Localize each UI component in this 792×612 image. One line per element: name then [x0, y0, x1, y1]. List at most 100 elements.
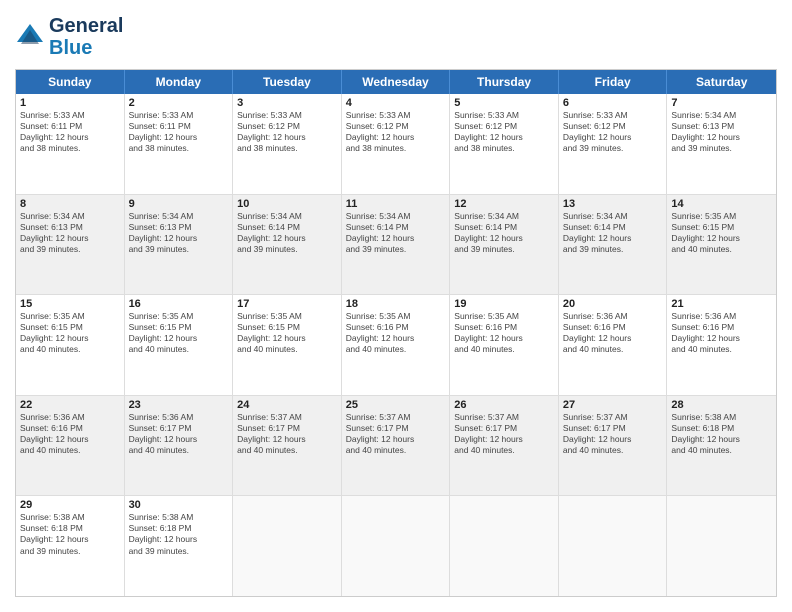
cell-content: Sunrise: 5:35 AMSunset: 6:16 PMDaylight:… [346, 311, 446, 355]
cell-content: Sunrise: 5:37 AMSunset: 6:17 PMDaylight:… [346, 412, 446, 456]
cell-content: Sunrise: 5:35 AMSunset: 6:15 PMDaylight:… [20, 311, 120, 355]
day-number: 5 [454, 97, 554, 109]
empty-cell [233, 496, 342, 596]
empty-cell [342, 496, 451, 596]
day-cell-28: 28Sunrise: 5:38 AMSunset: 6:18 PMDayligh… [667, 396, 776, 496]
empty-cell [450, 496, 559, 596]
day-number: 23 [129, 399, 229, 411]
day-number: 7 [671, 97, 772, 109]
empty-cell [667, 496, 776, 596]
day-cell-15: 15Sunrise: 5:35 AMSunset: 6:15 PMDayligh… [16, 295, 125, 395]
day-cell-27: 27Sunrise: 5:37 AMSunset: 6:17 PMDayligh… [559, 396, 668, 496]
calendar-row-2: 8Sunrise: 5:34 AMSunset: 6:13 PMDaylight… [16, 195, 776, 296]
day-cell-25: 25Sunrise: 5:37 AMSunset: 6:17 PMDayligh… [342, 396, 451, 496]
cell-content: Sunrise: 5:36 AMSunset: 6:17 PMDaylight:… [129, 412, 229, 456]
calendar-row-4: 22Sunrise: 5:36 AMSunset: 6:16 PMDayligh… [16, 396, 776, 497]
day-number: 6 [563, 97, 663, 109]
day-number: 10 [237, 198, 337, 210]
logo-text-blue: Blue [49, 37, 123, 59]
cell-content: Sunrise: 5:36 AMSunset: 6:16 PMDaylight:… [563, 311, 663, 355]
day-cell-12: 12Sunrise: 5:34 AMSunset: 6:14 PMDayligh… [450, 195, 559, 295]
day-cell-1: 1Sunrise: 5:33 AMSunset: 6:11 PMDaylight… [16, 94, 125, 194]
cell-content: Sunrise: 5:37 AMSunset: 6:17 PMDaylight:… [454, 412, 554, 456]
day-number: 24 [237, 399, 337, 411]
logo: General Blue [15, 15, 123, 59]
calendar-body: 1Sunrise: 5:33 AMSunset: 6:11 PMDaylight… [16, 94, 776, 596]
cell-content: Sunrise: 5:36 AMSunset: 6:16 PMDaylight:… [671, 311, 772, 355]
day-cell-24: 24Sunrise: 5:37 AMSunset: 6:17 PMDayligh… [233, 396, 342, 496]
cell-content: Sunrise: 5:34 AMSunset: 6:14 PMDaylight:… [563, 211, 663, 255]
day-number: 14 [671, 198, 772, 210]
day-number: 3 [237, 97, 337, 109]
day-cell-13: 13Sunrise: 5:34 AMSunset: 6:14 PMDayligh… [559, 195, 668, 295]
cell-content: Sunrise: 5:34 AMSunset: 6:14 PMDaylight:… [237, 211, 337, 255]
header-day-wednesday: Wednesday [342, 70, 451, 94]
cell-content: Sunrise: 5:38 AMSunset: 6:18 PMDaylight:… [20, 512, 120, 556]
calendar-header: SundayMondayTuesdayWednesdayThursdayFrid… [16, 70, 776, 94]
header: General Blue [15, 15, 777, 59]
day-number: 20 [563, 298, 663, 310]
day-cell-14: 14Sunrise: 5:35 AMSunset: 6:15 PMDayligh… [667, 195, 776, 295]
cell-content: Sunrise: 5:35 AMSunset: 6:15 PMDaylight:… [237, 311, 337, 355]
day-cell-18: 18Sunrise: 5:35 AMSunset: 6:16 PMDayligh… [342, 295, 451, 395]
cell-content: Sunrise: 5:34 AMSunset: 6:13 PMDaylight:… [129, 211, 229, 255]
day-number: 22 [20, 399, 120, 411]
day-number: 16 [129, 298, 229, 310]
day-cell-9: 9Sunrise: 5:34 AMSunset: 6:13 PMDaylight… [125, 195, 234, 295]
day-cell-11: 11Sunrise: 5:34 AMSunset: 6:14 PMDayligh… [342, 195, 451, 295]
day-cell-5: 5Sunrise: 5:33 AMSunset: 6:12 PMDaylight… [450, 94, 559, 194]
logo-icon [15, 22, 45, 52]
cell-content: Sunrise: 5:33 AMSunset: 6:11 PMDaylight:… [20, 110, 120, 154]
header-day-monday: Monday [125, 70, 234, 94]
day-cell-6: 6Sunrise: 5:33 AMSunset: 6:12 PMDaylight… [559, 94, 668, 194]
day-number: 25 [346, 399, 446, 411]
header-day-saturday: Saturday [667, 70, 776, 94]
day-number: 13 [563, 198, 663, 210]
day-cell-29: 29Sunrise: 5:38 AMSunset: 6:18 PMDayligh… [16, 496, 125, 596]
day-number: 12 [454, 198, 554, 210]
day-cell-21: 21Sunrise: 5:36 AMSunset: 6:16 PMDayligh… [667, 295, 776, 395]
cell-content: Sunrise: 5:35 AMSunset: 6:15 PMDaylight:… [671, 211, 772, 255]
day-cell-20: 20Sunrise: 5:36 AMSunset: 6:16 PMDayligh… [559, 295, 668, 395]
day-number: 30 [129, 499, 229, 511]
cell-content: Sunrise: 5:35 AMSunset: 6:16 PMDaylight:… [454, 311, 554, 355]
cell-content: Sunrise: 5:33 AMSunset: 6:12 PMDaylight:… [454, 110, 554, 154]
day-cell-3: 3Sunrise: 5:33 AMSunset: 6:12 PMDaylight… [233, 94, 342, 194]
day-cell-17: 17Sunrise: 5:35 AMSunset: 6:15 PMDayligh… [233, 295, 342, 395]
day-number: 21 [671, 298, 772, 310]
day-number: 17 [237, 298, 337, 310]
day-number: 11 [346, 198, 446, 210]
day-cell-8: 8Sunrise: 5:34 AMSunset: 6:13 PMDaylight… [16, 195, 125, 295]
day-number: 29 [20, 499, 120, 511]
cell-content: Sunrise: 5:33 AMSunset: 6:12 PMDaylight:… [563, 110, 663, 154]
empty-cell [559, 496, 668, 596]
day-number: 26 [454, 399, 554, 411]
cell-content: Sunrise: 5:34 AMSunset: 6:13 PMDaylight:… [20, 211, 120, 255]
day-number: 1 [20, 97, 120, 109]
day-cell-26: 26Sunrise: 5:37 AMSunset: 6:17 PMDayligh… [450, 396, 559, 496]
day-number: 9 [129, 198, 229, 210]
day-cell-22: 22Sunrise: 5:36 AMSunset: 6:16 PMDayligh… [16, 396, 125, 496]
day-number: 2 [129, 97, 229, 109]
header-day-sunday: Sunday [16, 70, 125, 94]
day-number: 18 [346, 298, 446, 310]
day-cell-7: 7Sunrise: 5:34 AMSunset: 6:13 PMDaylight… [667, 94, 776, 194]
day-cell-30: 30Sunrise: 5:38 AMSunset: 6:18 PMDayligh… [125, 496, 234, 596]
day-number: 27 [563, 399, 663, 411]
day-number: 8 [20, 198, 120, 210]
day-cell-19: 19Sunrise: 5:35 AMSunset: 6:16 PMDayligh… [450, 295, 559, 395]
day-cell-2: 2Sunrise: 5:33 AMSunset: 6:11 PMDaylight… [125, 94, 234, 194]
cell-content: Sunrise: 5:33 AMSunset: 6:11 PMDaylight:… [129, 110, 229, 154]
header-day-thursday: Thursday [450, 70, 559, 94]
day-cell-10: 10Sunrise: 5:34 AMSunset: 6:14 PMDayligh… [233, 195, 342, 295]
cell-content: Sunrise: 5:36 AMSunset: 6:16 PMDaylight:… [20, 412, 120, 456]
cell-content: Sunrise: 5:37 AMSunset: 6:17 PMDaylight:… [237, 412, 337, 456]
calendar: SundayMondayTuesdayWednesdayThursdayFrid… [15, 69, 777, 597]
calendar-row-3: 15Sunrise: 5:35 AMSunset: 6:15 PMDayligh… [16, 295, 776, 396]
cell-content: Sunrise: 5:35 AMSunset: 6:15 PMDaylight:… [129, 311, 229, 355]
page: General Blue SundayMondayTuesdayWednesda… [0, 0, 792, 612]
header-day-friday: Friday [559, 70, 668, 94]
day-cell-4: 4Sunrise: 5:33 AMSunset: 6:12 PMDaylight… [342, 94, 451, 194]
day-cell-23: 23Sunrise: 5:36 AMSunset: 6:17 PMDayligh… [125, 396, 234, 496]
cell-content: Sunrise: 5:34 AMSunset: 6:14 PMDaylight:… [454, 211, 554, 255]
